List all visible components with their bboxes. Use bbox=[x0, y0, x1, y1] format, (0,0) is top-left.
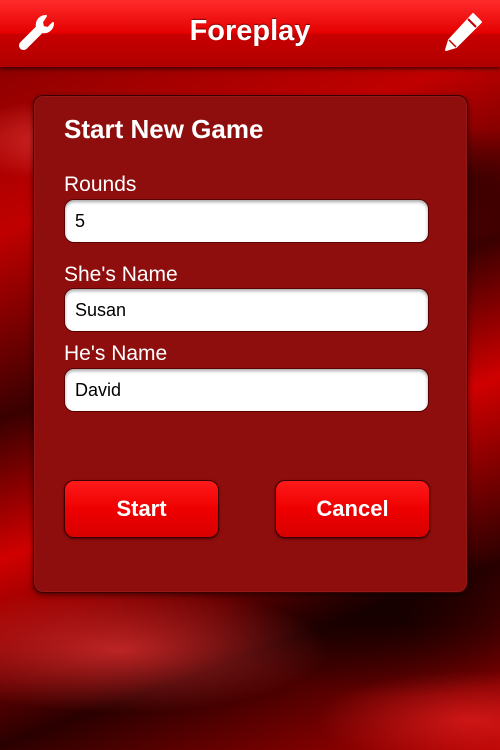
she-name-label: She's Name bbox=[64, 263, 178, 286]
rounds-label: Rounds bbox=[64, 173, 137, 196]
nav-bar: Foreplay bbox=[0, 0, 500, 67]
rounds-input[interactable] bbox=[64, 199, 429, 243]
start-button[interactable]: Start bbox=[64, 480, 219, 538]
app-title: Foreplay bbox=[189, 15, 311, 47]
she-name-input[interactable] bbox=[64, 288, 429, 332]
pencil-icon bbox=[445, 13, 482, 51]
panel-title: Start New Game bbox=[64, 114, 264, 144]
he-name-label: He's Name bbox=[64, 342, 168, 365]
edit-button[interactable] bbox=[440, 10, 486, 56]
new-game-panel: Start New Game Rounds She's Name He's Na… bbox=[33, 95, 468, 593]
cancel-button[interactable]: Cancel bbox=[275, 480, 430, 538]
he-name-input[interactable] bbox=[64, 368, 429, 412]
